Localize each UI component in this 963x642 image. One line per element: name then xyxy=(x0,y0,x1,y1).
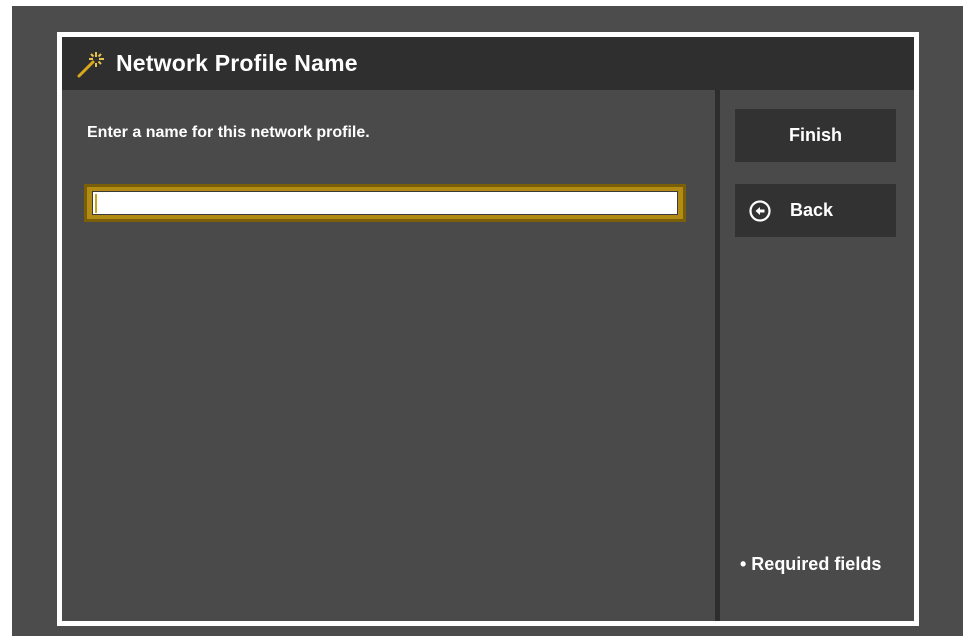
profile-name-field-focus-ring xyxy=(84,184,686,222)
text-caret xyxy=(95,194,97,213)
profile-name-prompt: Enter a name for this network profile. xyxy=(87,124,370,141)
network-profile-dialog: Network Profile Name Enter a name for th… xyxy=(57,32,919,626)
main-panel: Enter a name for this network profile. xyxy=(62,90,715,621)
title-bar: Network Profile Name xyxy=(62,37,914,90)
action-sidebar: Finish Back • Required fields xyxy=(720,90,914,621)
finish-button-label: Finish xyxy=(789,125,842,145)
back-button[interactable]: Back xyxy=(735,184,896,237)
finish-button[interactable]: Finish xyxy=(735,109,896,162)
dialog-title: Network Profile Name xyxy=(116,50,358,76)
back-button-label: Back xyxy=(790,200,834,220)
required-fields-note: • Required fields xyxy=(740,554,882,574)
circle-arrow-left-icon xyxy=(749,199,771,222)
profile-name-input[interactable] xyxy=(92,191,678,215)
magic-wand-icon xyxy=(77,51,104,77)
